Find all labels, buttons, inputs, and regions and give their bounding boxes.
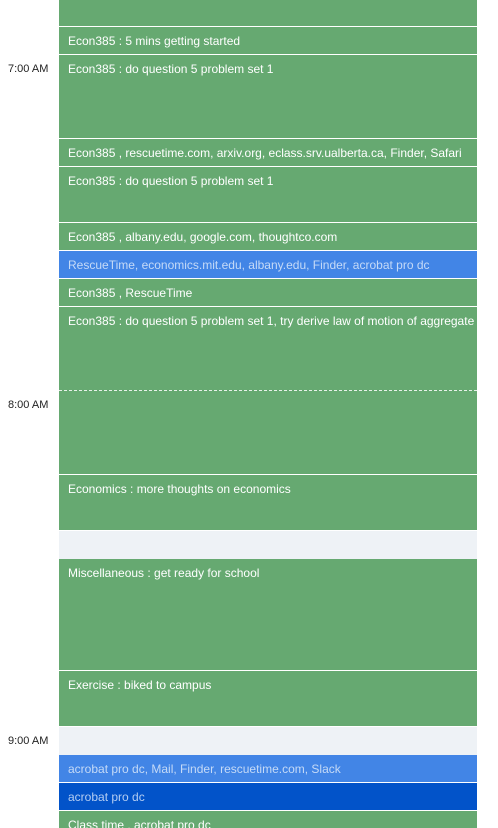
event-block[interactable]: Econ385 , albany.edu, google.com, though… [59, 223, 477, 251]
event-block[interactable]: Econ385 : do question 5 problem set 1, t… [59, 307, 477, 475]
time-gutter: 7:00 AM 8:00 AM 9:00 AM [0, 0, 59, 828]
event-label: Economics : more thoughts on economics [68, 482, 291, 496]
event-block[interactable]: Econ385 , RescueTime [59, 279, 477, 307]
event-label: Econ385 : do question 5 problem set 1 [68, 174, 274, 188]
hour-line-9am [59, 726, 477, 727]
event-block[interactable]: Miscellaneous : get ready for school [59, 559, 477, 671]
event-label: RescueTime, economics.mit.edu, albany.ed… [68, 258, 430, 272]
event-block[interactable]: Economics : more thoughts on economics [59, 475, 477, 531]
event-label: acrobat pro dc, Mail, Finder, rescuetime… [68, 762, 341, 776]
event-label: Class time , acrobat pro dc [68, 818, 211, 828]
event-block[interactable]: RescueTime, economics.mit.edu, albany.ed… [59, 251, 477, 279]
event-label: Econ385 : do question 5 problem set 1, t… [68, 314, 475, 328]
event-block[interactable]: acrobat pro dc, Mail, Finder, rescuetime… [59, 755, 477, 783]
event-block[interactable]: Econ385 : do question 5 problem set 1 [59, 55, 477, 139]
right-margin [477, 0, 498, 828]
event-block[interactable]: Class time , acrobat pro dc [59, 811, 477, 828]
event-label: Econ385 : do question 5 problem set 1 [68, 62, 274, 76]
event-label: Exercise : biked to campus [68, 678, 212, 692]
event-block[interactable]: Econ385 : 5 mins getting started [59, 27, 477, 55]
time-label-8am: 8:00 AM [8, 399, 49, 411]
event-block[interactable]: Exercise : biked to campus [59, 671, 477, 727]
event-label: Econ385 , RescueTime [68, 286, 193, 300]
event-block[interactable]: Econ385 , rescuetime.com, arxiv.org, ecl… [59, 139, 477, 167]
event-label: Econ385 : 5 mins getting started [68, 34, 241, 48]
event-label: Econ385 , albany.edu, google.com, though… [68, 230, 338, 244]
event-label: Econ385 , rescuetime.com, arxiv.org, ecl… [68, 146, 462, 160]
time-label-7am: 7:00 AM [8, 63, 49, 75]
time-label-9am: 9:00 AM [8, 735, 49, 747]
event-label: acrobat pro dc [68, 790, 145, 804]
event-block[interactable]: acrobat pro dc [59, 783, 477, 811]
calendar-day-track: Econ385 : 5 mins getting started Econ385… [59, 0, 477, 828]
event-label: Miscellaneous : get ready for school [68, 566, 260, 580]
event-block[interactable]: Econ385 : do question 5 problem set 1 [59, 167, 477, 223]
event-block[interactable] [59, 0, 477, 27]
hour-line-8am [59, 390, 477, 391]
hour-line-7am [59, 54, 477, 55]
